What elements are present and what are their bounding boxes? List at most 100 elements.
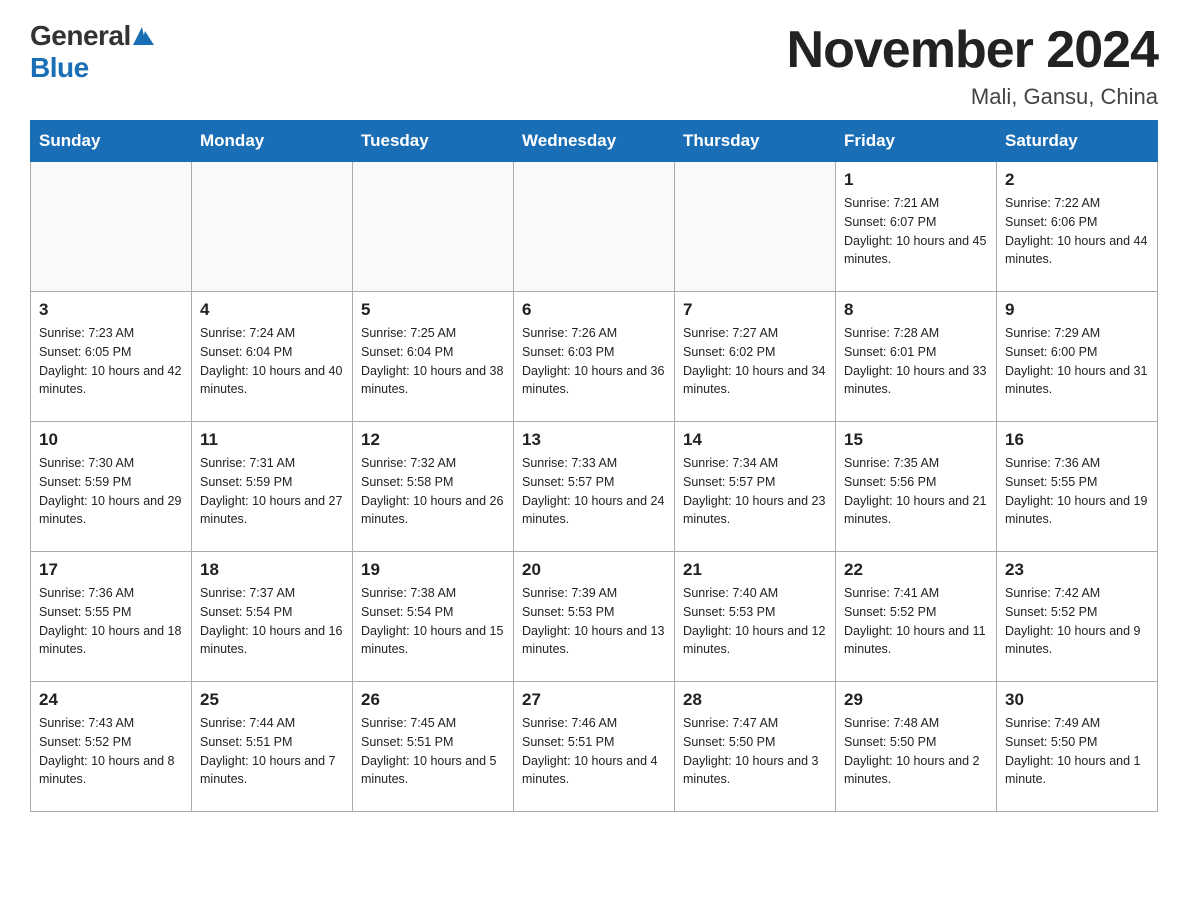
day-number: 26 (361, 690, 505, 710)
calendar-cell: 5 Sunrise: 7:25 AMSunset: 6:04 PMDaylight… (353, 292, 514, 422)
calendar-cell: 13Sunrise: 7:33 AMSunset: 5:57 PMDayligh… (514, 422, 675, 552)
day-number: 6 (522, 300, 666, 320)
day-number: 13 (522, 430, 666, 450)
calendar-cell: 22Sunrise: 7:41 AMSunset: 5:52 PMDayligh… (836, 552, 997, 682)
calendar-header: SundayMondayTuesdayWednesdayThursdayFrid… (31, 121, 1158, 162)
calendar-cell: 19 Sunrise: 7:38 AMSunset: 5:54 PMDayligh… (353, 552, 514, 682)
day-number: 4 (200, 300, 344, 320)
day-info: Sunrise: 7:36 AMSunset: 5:55 PMDaylight:… (1005, 454, 1149, 529)
day-info: Sunrise: 7:46 AMSunset: 5:51 PMDaylight:… (522, 714, 666, 789)
calendar-cell: 14Sunrise: 7:34 AMSunset: 5:57 PMDayligh… (675, 422, 836, 552)
day-info: Sunrise: 7:49 AMSunset: 5:50 PMDaylight:… (1005, 714, 1149, 789)
logo: General Blue (30, 20, 154, 84)
day-info: Sunrise: 7:47 AMSunset: 5:50 PMDaylight:… (683, 714, 827, 789)
calendar-cell: 10Sunrise: 7:30 AMSunset: 5:59 PMDayligh… (31, 422, 192, 552)
day-info: Sunrise: 7:25 AMSunset: 6:04 PMDaylight:… (361, 324, 505, 399)
day-number: 1 (844, 170, 988, 190)
calendar-cell: 25 Sunrise: 7:44 AMSunset: 5:51 PMDayligh… (192, 682, 353, 812)
weekday-header-friday: Friday (836, 121, 997, 162)
day-number: 2 (1005, 170, 1149, 190)
day-number: 9 (1005, 300, 1149, 320)
calendar-cell: 18 Sunrise: 7:37 AMSunset: 5:54 PMDayligh… (192, 552, 353, 682)
day-number: 12 (361, 430, 505, 450)
calendar-cell: 20 Sunrise: 7:39 AMSunset: 5:53 PMDayligh… (514, 552, 675, 682)
page-header: General Blue November 2024 Mali, Gansu, … (30, 20, 1158, 110)
calendar-cell: 29 Sunrise: 7:48 AMSunset: 5:50 PMDayligh… (836, 682, 997, 812)
day-info: Sunrise: 7:40 AMSunset: 5:53 PMDaylight:… (683, 584, 827, 659)
day-number: 18 (200, 560, 344, 580)
title-section: November 2024 Mali, Gansu, China (787, 20, 1158, 110)
calendar-cell: 23 Sunrise: 7:42 AMSunset: 5:52 PMDayligh… (997, 552, 1158, 682)
day-number: 25 (200, 690, 344, 710)
day-number: 23 (1005, 560, 1149, 580)
calendar-cell: 12Sunrise: 7:32 AMSunset: 5:58 PMDayligh… (353, 422, 514, 552)
day-number: 3 (39, 300, 183, 320)
calendar-cell (353, 162, 514, 292)
day-info: Sunrise: 7:31 AMSunset: 5:59 PMDaylight:… (200, 454, 344, 529)
calendar-cell: 7 Sunrise: 7:27 AMSunset: 6:02 PMDaylight… (675, 292, 836, 422)
day-number: 19 (361, 560, 505, 580)
day-info: Sunrise: 7:23 AMSunset: 6:05 PMDaylight:… (39, 324, 183, 399)
calendar-cell: 24 Sunrise: 7:43 AMSunset: 5:52 PMDayligh… (31, 682, 192, 812)
day-number: 11 (200, 430, 344, 450)
calendar-cell: 2 Sunrise: 7:22 AMSunset: 6:06 PMDaylight… (997, 162, 1158, 292)
weekday-header-saturday: Saturday (997, 121, 1158, 162)
logo-icon (133, 27, 154, 45)
day-info: Sunrise: 7:29 AMSunset: 6:00 PMDaylight:… (1005, 324, 1149, 399)
calendar-table: SundayMondayTuesdayWednesdayThursdayFrid… (30, 120, 1158, 812)
day-info: Sunrise: 7:38 AMSunset: 5:54 PMDaylight:… (361, 584, 505, 659)
calendar-cell: 30 Sunrise: 7:49 AMSunset: 5:50 PMDayligh… (997, 682, 1158, 812)
day-number: 22 (844, 560, 988, 580)
day-number: 14 (683, 430, 827, 450)
day-info: Sunrise: 7:43 AMSunset: 5:52 PMDaylight:… (39, 714, 183, 789)
calendar-cell: 16 Sunrise: 7:36 AMSunset: 5:55 PMDayligh… (997, 422, 1158, 552)
calendar-subtitle: Mali, Gansu, China (787, 84, 1158, 110)
day-number: 28 (683, 690, 827, 710)
weekday-header-row: SundayMondayTuesdayWednesdayThursdayFrid… (31, 121, 1158, 162)
logo-general-text: General (30, 20, 131, 52)
day-number: 30 (1005, 690, 1149, 710)
day-number: 16 (1005, 430, 1149, 450)
calendar-cell: 26 Sunrise: 7:45 AMSunset: 5:51 PMDayligh… (353, 682, 514, 812)
day-info: Sunrise: 7:27 AMSunset: 6:02 PMDaylight:… (683, 324, 827, 399)
weekday-header-tuesday: Tuesday (353, 121, 514, 162)
day-number: 27 (522, 690, 666, 710)
calendar-cell: 8Sunrise: 7:28 AMSunset: 6:01 PMDaylight… (836, 292, 997, 422)
day-number: 15 (844, 430, 988, 450)
calendar-cell (192, 162, 353, 292)
day-number: 10 (39, 430, 183, 450)
calendar-title: November 2024 (787, 20, 1158, 80)
day-info: Sunrise: 7:42 AMSunset: 5:52 PMDaylight:… (1005, 584, 1149, 659)
calendar-cell (31, 162, 192, 292)
day-info: Sunrise: 7:36 AMSunset: 5:55 PMDaylight:… (39, 584, 183, 659)
calendar-cell (675, 162, 836, 292)
day-info: Sunrise: 7:24 AMSunset: 6:04 PMDaylight:… (200, 324, 344, 399)
day-info: Sunrise: 7:45 AMSunset: 5:51 PMDaylight:… (361, 714, 505, 789)
day-info: Sunrise: 7:44 AMSunset: 5:51 PMDaylight:… (200, 714, 344, 789)
calendar-week-row: 24 Sunrise: 7:43 AMSunset: 5:52 PMDayligh… (31, 682, 1158, 812)
day-info: Sunrise: 7:26 AMSunset: 6:03 PMDaylight:… (522, 324, 666, 399)
day-number: 24 (39, 690, 183, 710)
day-info: Sunrise: 7:35 AMSunset: 5:56 PMDaylight:… (844, 454, 988, 529)
day-number: 29 (844, 690, 988, 710)
calendar-cell: 6 Sunrise: 7:26 AMSunset: 6:03 PMDaylight… (514, 292, 675, 422)
calendar-cell: 4 Sunrise: 7:24 AMSunset: 6:04 PMDaylight… (192, 292, 353, 422)
day-info: Sunrise: 7:22 AMSunset: 6:06 PMDaylight:… (1005, 194, 1149, 269)
calendar-cell (514, 162, 675, 292)
calendar-cell: 15 Sunrise: 7:35 AMSunset: 5:56 PMDayligh… (836, 422, 997, 552)
day-info: Sunrise: 7:48 AMSunset: 5:50 PMDaylight:… (844, 714, 988, 789)
calendar-cell: 3 Sunrise: 7:23 AMSunset: 6:05 PMDaylight… (31, 292, 192, 422)
calendar-week-row: 10Sunrise: 7:30 AMSunset: 5:59 PMDayligh… (31, 422, 1158, 552)
calendar-week-row: 1Sunrise: 7:21 AMSunset: 6:07 PMDaylight… (31, 162, 1158, 292)
calendar-week-row: 3 Sunrise: 7:23 AMSunset: 6:05 PMDaylight… (31, 292, 1158, 422)
day-number: 5 (361, 300, 505, 320)
calendar-cell: 9 Sunrise: 7:29 AMSunset: 6:00 PMDaylight… (997, 292, 1158, 422)
day-info: Sunrise: 7:39 AMSunset: 5:53 PMDaylight:… (522, 584, 666, 659)
day-info: Sunrise: 7:37 AMSunset: 5:54 PMDaylight:… (200, 584, 344, 659)
calendar-cell: 21 Sunrise: 7:40 AMSunset: 5:53 PMDayligh… (675, 552, 836, 682)
day-number: 20 (522, 560, 666, 580)
day-number: 21 (683, 560, 827, 580)
weekday-header-wednesday: Wednesday (514, 121, 675, 162)
day-info: Sunrise: 7:28 AMSunset: 6:01 PMDaylight:… (844, 324, 988, 399)
day-number: 7 (683, 300, 827, 320)
